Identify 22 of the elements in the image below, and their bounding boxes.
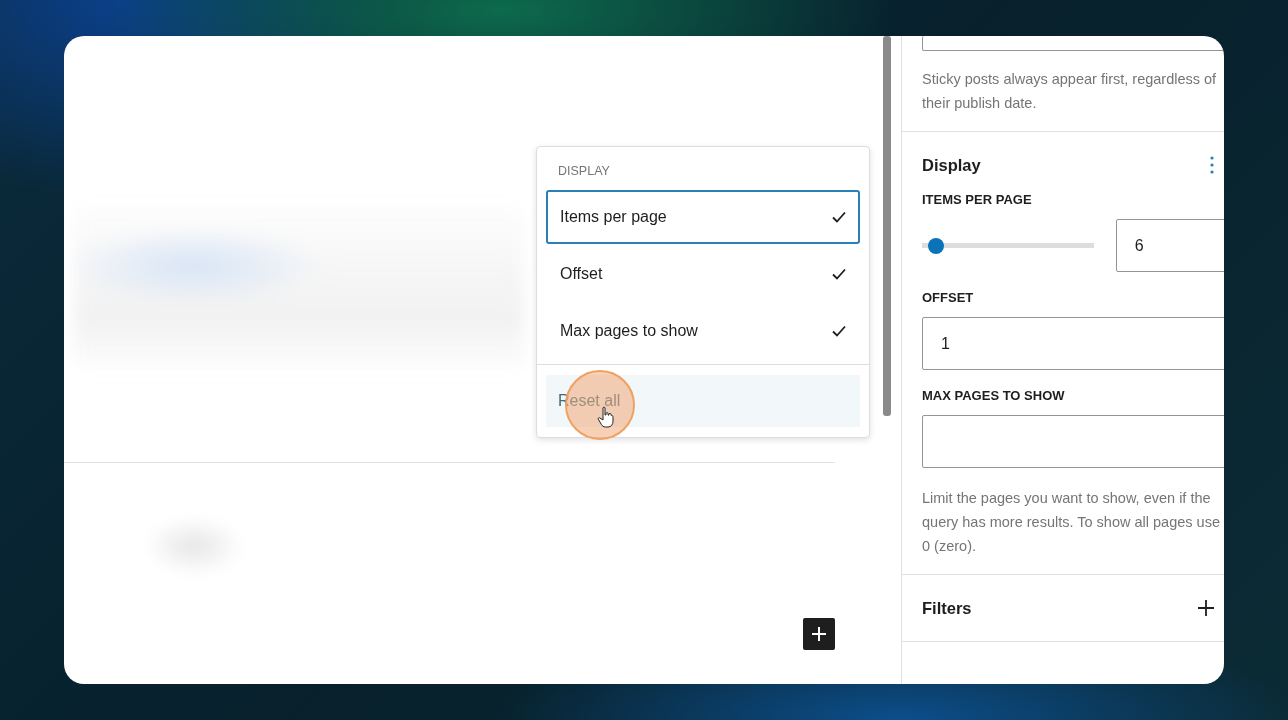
plus-icon[interactable] [1198,600,1214,616]
menu-item[interactable]: Offset [546,247,860,301]
slider-thumb[interactable] [927,237,944,254]
field-label: OFFSET [922,290,975,305]
text-field[interactable] [922,36,1224,51]
add-block-button[interactable] [803,618,835,650]
help-text: Limit the pages you want to show, even if the query has more results. To show all pages use 0 (zero). [922,489,1221,556]
menu-item[interactable]: Items per page [546,190,860,244]
help-text: Sticky posts always appear first, regardless of their publish date. [922,70,1218,113]
scrollbar[interactable] [883,36,891,416]
field-label: MAX PAGES TO SHOW [922,388,1066,403]
field-label: ITEMS PER PAGE [922,192,1033,207]
hand-cursor-icon [597,406,615,428]
panel-title: Filters [922,598,972,618]
number-field[interactable]: 6 [1115,219,1224,272]
plus-icon [811,626,827,642]
more-options-icon[interactable] [1210,156,1214,174]
menu-item[interactable]: Max pages to show [546,304,860,358]
number-field[interactable] [922,415,1224,468]
panel-title: Display [922,155,981,175]
number-field[interactable]: 1 [922,317,1224,370]
menu-heading: DISPLAY [557,163,611,180]
